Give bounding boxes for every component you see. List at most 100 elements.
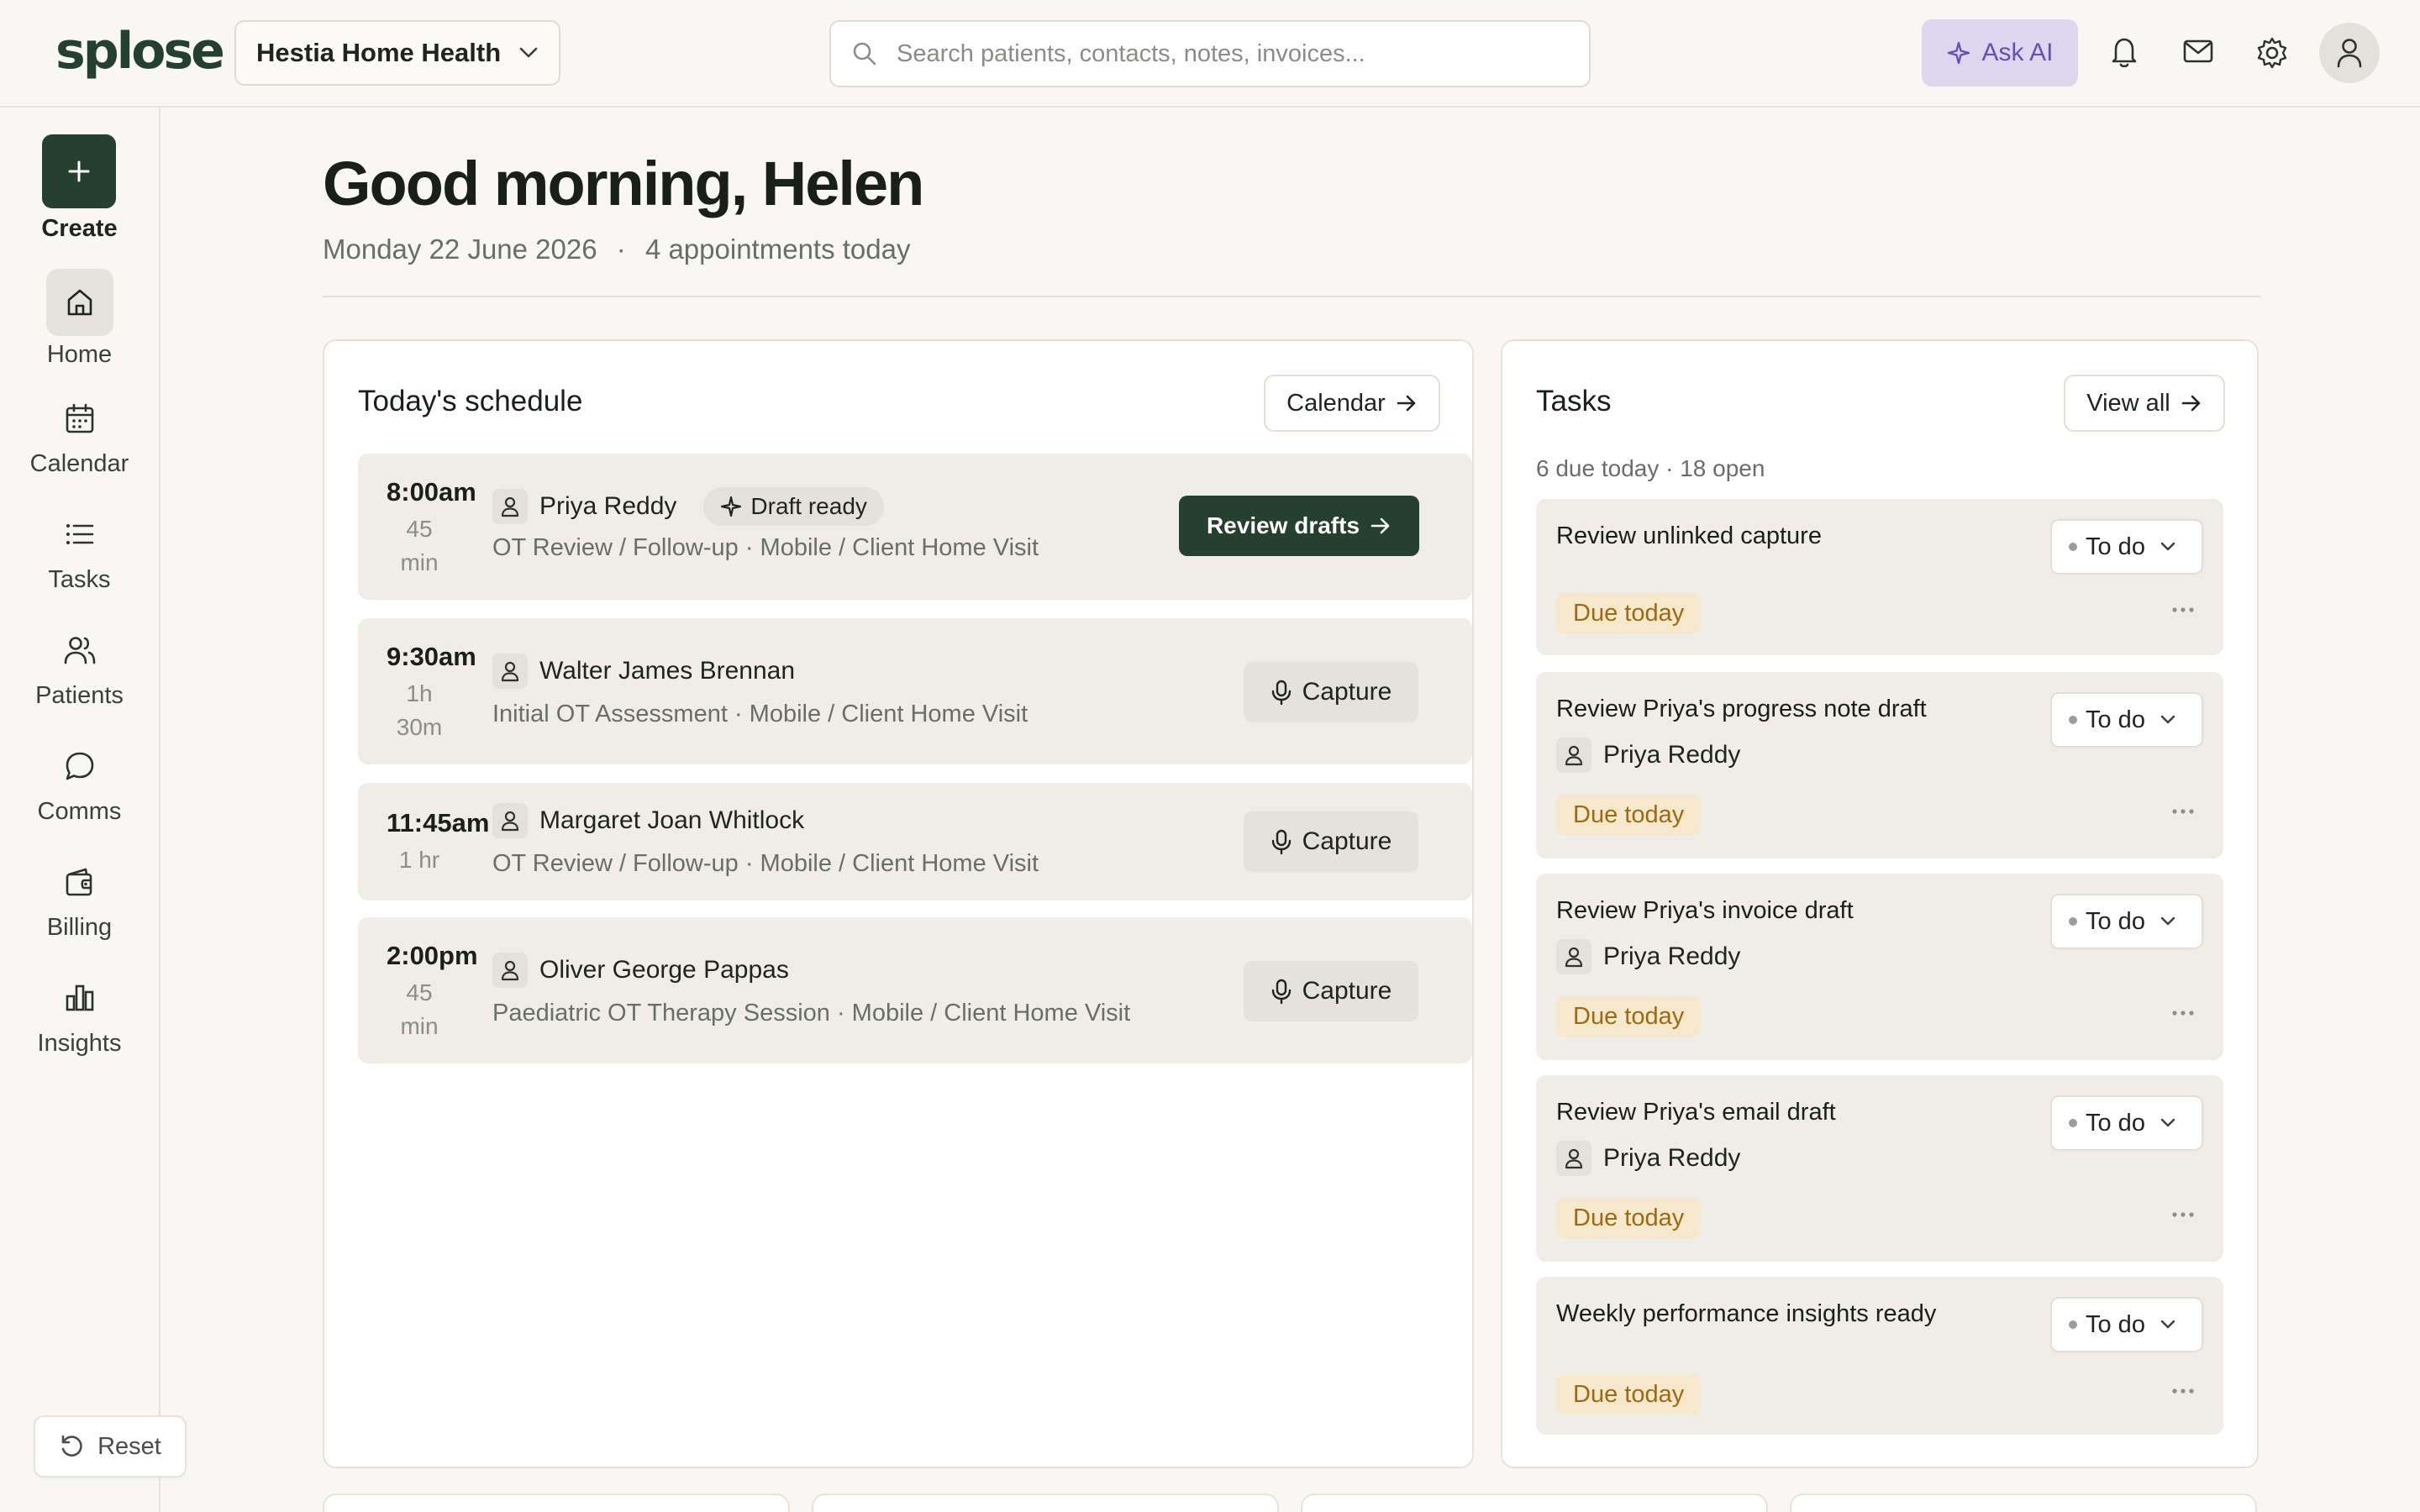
appointment-time: 9:30am bbox=[387, 642, 476, 671]
sidebar-item-label: Tasks bbox=[48, 566, 111, 593]
status-dot bbox=[2069, 543, 2077, 551]
appointment-detail: Paediatric OT Therapy Session · Mobile /… bbox=[492, 1000, 1131, 1026]
date-summary: Monday 22 June 2026 · 4 appointments tod… bbox=[323, 234, 910, 265]
global-search[interactable] bbox=[829, 20, 1591, 87]
arrow-right-icon bbox=[1370, 516, 1392, 536]
patient-name: Priya Reddy bbox=[1603, 741, 1741, 769]
task-item[interactable]: Review unlinked capture To do Due today bbox=[1536, 499, 2223, 655]
due-badge: Due today bbox=[1556, 593, 1702, 633]
status-dropdown[interactable]: To do bbox=[2050, 692, 2203, 748]
sidebar-item-comms[interactable]: Comms bbox=[0, 732, 159, 826]
status-dot bbox=[2069, 917, 2077, 926]
duration-line: 1h bbox=[406, 680, 433, 706]
ask-ai-label: Ask AI bbox=[1981, 39, 2054, 66]
task-item[interactable]: Review Priya's progress note draft To do… bbox=[1536, 672, 2223, 858]
appointment-patient[interactable]: Priya Reddy Draft ready bbox=[492, 487, 884, 526]
due-badge: Due today bbox=[1556, 1374, 1702, 1415]
calendar-link-button[interactable]: Calendar bbox=[1264, 375, 1440, 432]
status-dropdown[interactable]: To do bbox=[2050, 519, 2203, 575]
summary-card bbox=[812, 1494, 1279, 1512]
organization-selector[interactable]: Hestia Home Health bbox=[234, 20, 560, 86]
more-options-icon[interactable] bbox=[2171, 606, 2195, 613]
status-label: To do bbox=[2086, 907, 2145, 935]
sidebar-item-billing[interactable]: Billing bbox=[0, 848, 159, 942]
capture-button[interactable]: Capture bbox=[1244, 662, 1418, 722]
review-drafts-label: Review drafts bbox=[1206, 512, 1360, 538]
sidebar-item-label: Comms bbox=[37, 798, 122, 825]
task-item[interactable]: Review Priya's invoice draft To do Priya… bbox=[1536, 874, 2223, 1060]
gear-icon[interactable] bbox=[2255, 36, 2289, 70]
appointment-row[interactable]: 8:00am 45 min Priya Reddy Draft ready OT… bbox=[358, 454, 1472, 600]
page-title: Good morning, Helen bbox=[323, 149, 924, 218]
top-bar: splose Hestia Home Health Ask AI bbox=[0, 0, 2420, 108]
person-icon bbox=[492, 489, 528, 524]
create-label: Create bbox=[41, 215, 118, 242]
separator: · bbox=[616, 234, 626, 265]
calendar-icon bbox=[64, 402, 96, 434]
more-options-icon[interactable] bbox=[2171, 808, 2195, 815]
sidebar-item-label: Patients bbox=[35, 682, 124, 709]
person-icon bbox=[1556, 738, 1591, 773]
arrow-right-icon bbox=[1396, 393, 1418, 413]
sparkle-icon bbox=[1946, 40, 1971, 66]
microphone-icon bbox=[1270, 828, 1292, 855]
due-badge: Due today bbox=[1556, 996, 1702, 1037]
more-options-icon[interactable] bbox=[2171, 1211, 2195, 1218]
appointment-row[interactable]: 11:45am 1 hr Margaret Joan Whitlock OT R… bbox=[358, 783, 1472, 900]
status-dot bbox=[2069, 1119, 2077, 1127]
mail-icon[interactable] bbox=[2182, 38, 2214, 65]
task-item[interactable]: Review Priya's email draft To do Priya R… bbox=[1536, 1075, 2223, 1262]
appointment-row[interactable]: 9:30am 1h 30m Walter James Brennan Initi… bbox=[358, 618, 1472, 764]
status-label: To do bbox=[2086, 533, 2145, 560]
sidebar-item-home[interactable]: Home bbox=[0, 269, 159, 369]
search-input[interactable] bbox=[897, 39, 1569, 68]
chevron-down-icon bbox=[2160, 1118, 2175, 1128]
status-dropdown[interactable]: To do bbox=[2050, 1095, 2203, 1151]
duration-line: min bbox=[400, 1013, 439, 1039]
appointment-row[interactable]: 2:00pm 45 min Oliver George Pappas Paedi… bbox=[358, 917, 1472, 1063]
create-button[interactable] bbox=[42, 134, 116, 208]
bell-icon[interactable] bbox=[2109, 35, 2139, 69]
patient-name: Walter James Brennan bbox=[539, 657, 796, 685]
app-logo[interactable]: splose bbox=[55, 22, 225, 81]
more-options-icon[interactable] bbox=[2171, 1010, 2195, 1016]
wallet-icon bbox=[64, 867, 96, 897]
task-patient[interactable]: Priya Reddy bbox=[1556, 738, 1740, 773]
list-icon bbox=[65, 522, 95, 547]
sidebar-item-insights[interactable]: Insights bbox=[0, 964, 159, 1058]
reset-button[interactable]: Reset bbox=[34, 1415, 187, 1478]
view-all-tasks-button[interactable]: View all bbox=[2064, 375, 2225, 432]
chevron-down-icon bbox=[2160, 916, 2175, 927]
capture-button[interactable]: Capture bbox=[1244, 811, 1418, 872]
task-patient[interactable]: Priya Reddy bbox=[1556, 939, 1740, 974]
duration-line: min bbox=[400, 549, 439, 575]
sidebar-item-patients[interactable]: Patients bbox=[0, 617, 159, 710]
task-patient[interactable]: Priya Reddy bbox=[1556, 1141, 1740, 1176]
status-label: To do bbox=[2086, 1310, 2145, 1338]
sidebar-item-calendar[interactable]: Calendar bbox=[0, 385, 159, 478]
capture-button[interactable]: Capture bbox=[1244, 961, 1418, 1021]
status-dropdown[interactable]: To do bbox=[2050, 894, 2203, 949]
due-badge: Due today bbox=[1556, 1198, 1702, 1238]
user-avatar-button[interactable] bbox=[2319, 23, 2380, 83]
appointment-patient[interactable]: Margaret Joan Whitlock bbox=[492, 803, 804, 838]
task-item[interactable]: Weekly performance insights ready To do … bbox=[1536, 1277, 2223, 1435]
due-badge: Due today bbox=[1556, 795, 1702, 835]
arrow-right-icon bbox=[2181, 393, 2202, 413]
appointment-duration: 45 min bbox=[388, 976, 450, 1043]
sidebar-item-tasks[interactable]: Tasks bbox=[0, 501, 159, 594]
sidebar-item-label: Calendar bbox=[29, 450, 129, 477]
chevron-down-icon bbox=[519, 47, 538, 59]
user-icon bbox=[2335, 37, 2364, 69]
appointment-duration: 45 min bbox=[388, 512, 450, 580]
ask-ai-button[interactable]: Ask AI bbox=[1922, 19, 2078, 87]
status-dropdown[interactable]: To do bbox=[2050, 1297, 2203, 1352]
appointment-patient[interactable]: Walter James Brennan bbox=[492, 654, 795, 689]
review-drafts-button[interactable]: Review drafts bbox=[1179, 496, 1419, 556]
sidebar-item-label: Billing bbox=[46, 914, 113, 941]
organization-name: Hestia Home Health bbox=[256, 38, 502, 67]
appointment-patient[interactable]: Oliver George Pappas bbox=[492, 953, 789, 988]
more-options-icon[interactable] bbox=[2171, 1388, 2195, 1394]
appointment-duration: 1 hr bbox=[388, 843, 450, 877]
microphone-icon bbox=[1270, 978, 1292, 1005]
